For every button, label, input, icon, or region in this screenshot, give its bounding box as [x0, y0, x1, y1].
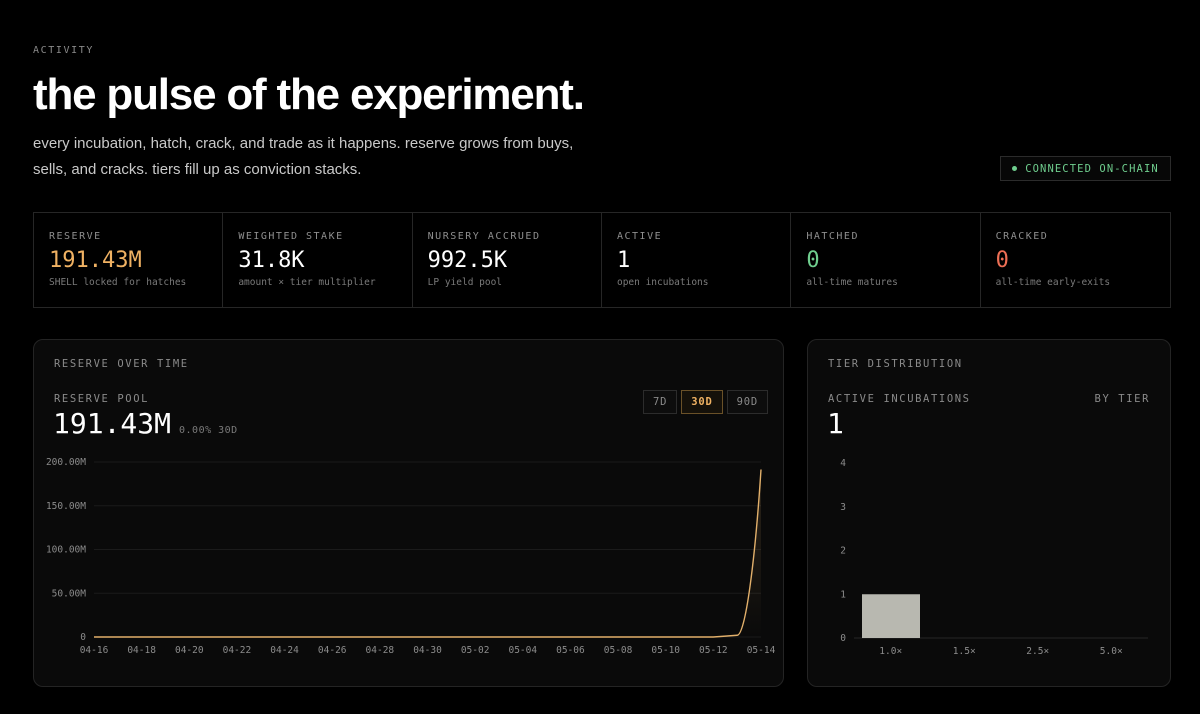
reserve-pool-label: RESERVE POOL: [54, 393, 150, 405]
x-tick-label: 1.0×: [879, 646, 902, 657]
y-tick-label: 4: [840, 458, 846, 469]
stat-hatched: HATCHED 0 all-time matures: [791, 213, 981, 307]
stat-caption: SHELL locked for hatches: [49, 277, 187, 288]
stat-caption: LP yield pool: [427, 277, 503, 288]
reserve-area-fill: [94, 469, 761, 637]
stat-value: 0: [806, 248, 820, 273]
y-tick-label: 200.00M: [46, 457, 86, 468]
stat-label: HATCHED: [806, 231, 859, 242]
reserve-series-line: [94, 469, 762, 638]
y-tick-label: 1: [840, 589, 846, 600]
x-tick-label: 05-12: [699, 645, 728, 656]
stat-label: NURSERY ACCRUED: [427, 231, 541, 242]
range-tab-30d[interactable]: 30D: [681, 390, 723, 414]
stat-caption: open incubations: [616, 277, 709, 288]
x-tick-label: 05-02: [461, 645, 490, 656]
y-tick-label: 2: [840, 546, 846, 557]
stat-label: RESERVE: [49, 231, 102, 242]
reserve-over-time-panel: 0 50.00M 100.00M 150.00M 200.00M 04-16 04-18 04…: [33, 339, 784, 687]
y-tick-label: 100.00M: [46, 545, 86, 556]
stat-value: 191.43M: [49, 248, 142, 273]
panel-title: TIER DISTRIBUTION: [828, 358, 963, 370]
stat-caption: amount × tier multiplier: [238, 277, 376, 288]
x-tick-label: 04-24: [270, 645, 299, 656]
y-tick-label: 0: [840, 633, 846, 644]
tier-distribution-panel: 0 1 2 3 4 1.0× 1.5× 2.5× 5.0× TIER DISTRIBUTION …: [807, 339, 1171, 687]
tier-bar: [862, 594, 920, 638]
x-tick-label: 04-18: [127, 645, 156, 656]
x-tick-label: 04-20: [175, 645, 204, 656]
x-tick-label: 04-26: [318, 645, 347, 656]
hero-eyebrow: ACTIVITY: [33, 45, 94, 56]
stat-active: ACTIVE 1 open incubations: [602, 213, 792, 307]
x-tick-label: 04-16: [80, 645, 109, 656]
x-tick-label: 05-04: [508, 645, 537, 656]
panel-title: RESERVE OVER TIME: [54, 358, 189, 370]
x-tick-label: 05-06: [556, 645, 585, 656]
by-tier-label: BY TIER: [1094, 393, 1150, 405]
y-tick-label: 3: [840, 502, 846, 513]
stat-value: 1: [616, 248, 631, 273]
range-tab-7d[interactable]: 7D: [643, 390, 678, 414]
active-incubations-label: ACTIVE INCUBATIONS: [828, 393, 971, 405]
reserve-pool-delta: 0.00% 30D: [179, 425, 238, 436]
x-tick-label: 5.0×: [1100, 646, 1123, 657]
stat-value: 0: [995, 248, 1009, 273]
stat-value: 992.5K: [427, 248, 508, 273]
range-tab-90d[interactable]: 90D: [726, 390, 768, 414]
y-tick-label: 0: [80, 632, 86, 643]
x-tick-label: 05-14: [747, 645, 776, 656]
connection-status-badge: CONNECTED ON-CHAIN: [1000, 156, 1171, 181]
status-dot-icon: [1012, 166, 1018, 171]
stat-caption: all-time matures: [806, 277, 898, 288]
stat-cracked: CRACKED 0 all-time early-exits: [981, 213, 1170, 307]
x-tick-label: 1.5×: [953, 646, 976, 657]
x-tick-label: 04-30: [413, 645, 442, 656]
x-tick-label: 05-08: [604, 645, 633, 656]
x-tick-label: 2.5×: [1026, 646, 1049, 657]
stat-label: ACTIVE: [616, 231, 663, 242]
reserve-pool-value: 191.43M 0.00% 30D: [53, 407, 238, 440]
x-tick-label: 05-10: [651, 645, 680, 656]
active-incubations-value: 1: [827, 407, 844, 440]
stat-weighted-stake: WEIGHTED STAKE 31.8K amount × tier multi…: [223, 213, 413, 307]
stat-nursery-accrued: NURSERY ACCRUED 992.5K LP yield pool: [413, 213, 602, 307]
y-tick-label: 150.00M: [46, 501, 86, 512]
stats-strip: RESERVE 191.43M SHELL locked for hatches…: [33, 212, 1171, 308]
connection-status-label: CONNECTED ON-CHAIN: [1025, 162, 1159, 175]
stat-caption: all-time early-exits: [995, 277, 1111, 288]
stat-label: WEIGHTED STAKE: [238, 231, 344, 242]
y-tick-label: 50.00M: [52, 588, 87, 599]
x-tick-label: 04-28: [366, 645, 395, 656]
page-subtitle: every incubation, hatch, crack, and trad…: [33, 135, 574, 178]
reserve-pool-amount: 191.43M: [53, 407, 172, 440]
stat-value: 31.8K: [238, 248, 305, 273]
stat-label: CRACKED: [995, 231, 1049, 242]
range-selector: 7D 30D 90D: [643, 390, 768, 414]
x-tick-label: 04-22: [223, 645, 252, 656]
page-title: the pulse of the experiment.: [33, 70, 585, 119]
stat-reserve: RESERVE 191.43M SHELL locked for hatches: [34, 213, 224, 307]
